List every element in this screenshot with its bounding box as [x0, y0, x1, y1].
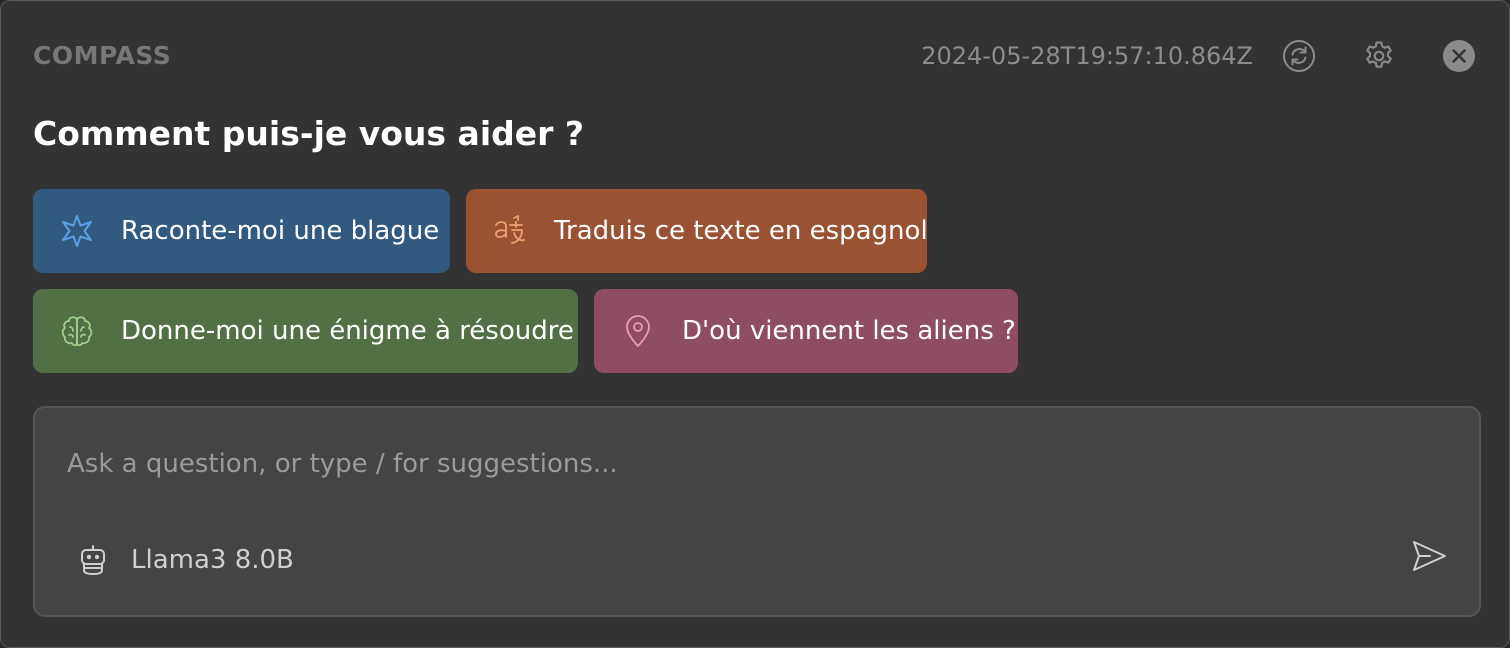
location-pin-icon	[626, 315, 650, 347]
suggestion-label: D'où viennent les aliens ?	[682, 316, 1016, 346]
send-icon	[1413, 541, 1446, 571]
suggestion-translate[interactable]: Traduis ce texte en espagnol	[466, 189, 928, 273]
refresh-button[interactable]	[1282, 39, 1316, 73]
greeting-heading: Comment puis-je vous aider ?	[33, 114, 585, 153]
robot-icon	[81, 545, 105, 575]
message-input[interactable]	[65, 448, 1369, 480]
translate-icon	[495, 215, 525, 244]
settings-button[interactable]	[1362, 39, 1396, 73]
gear-icon	[1366, 41, 1392, 68]
close-icon	[1443, 40, 1475, 72]
suggestion-tell-joke[interactable]: Raconte-moi une blague	[33, 189, 450, 273]
brand-logo: COMPASS	[33, 41, 172, 70]
assistant-window: COMPASS 2024-05-28T19:57:10.864Z Comment…	[0, 0, 1510, 648]
close-button[interactable]	[1442, 39, 1476, 73]
sparkle-icon	[62, 215, 92, 247]
suggestion-aliens[interactable]: D'où viennent les aliens ?	[594, 289, 1018, 373]
refresh-icon	[1283, 40, 1315, 72]
message-composer: Llama3 8.0B	[33, 406, 1481, 617]
model-name: Llama3 8.0B	[131, 545, 294, 575]
suggestion-label: Donne-moi une énigme à résoudre	[121, 316, 574, 346]
timestamp: 2024-05-28T19:57:10.864Z	[921, 42, 1253, 70]
suggestion-label: Raconte-moi une blague	[121, 216, 440, 246]
brain-icon	[61, 316, 93, 347]
model-selector[interactable]: Llama3 8.0B	[75, 538, 294, 582]
suggestion-riddle[interactable]: Donne-moi une énigme à résoudre	[33, 289, 578, 373]
send-button[interactable]	[1407, 534, 1451, 578]
suggestion-label: Traduis ce texte en espagnol	[554, 216, 928, 246]
